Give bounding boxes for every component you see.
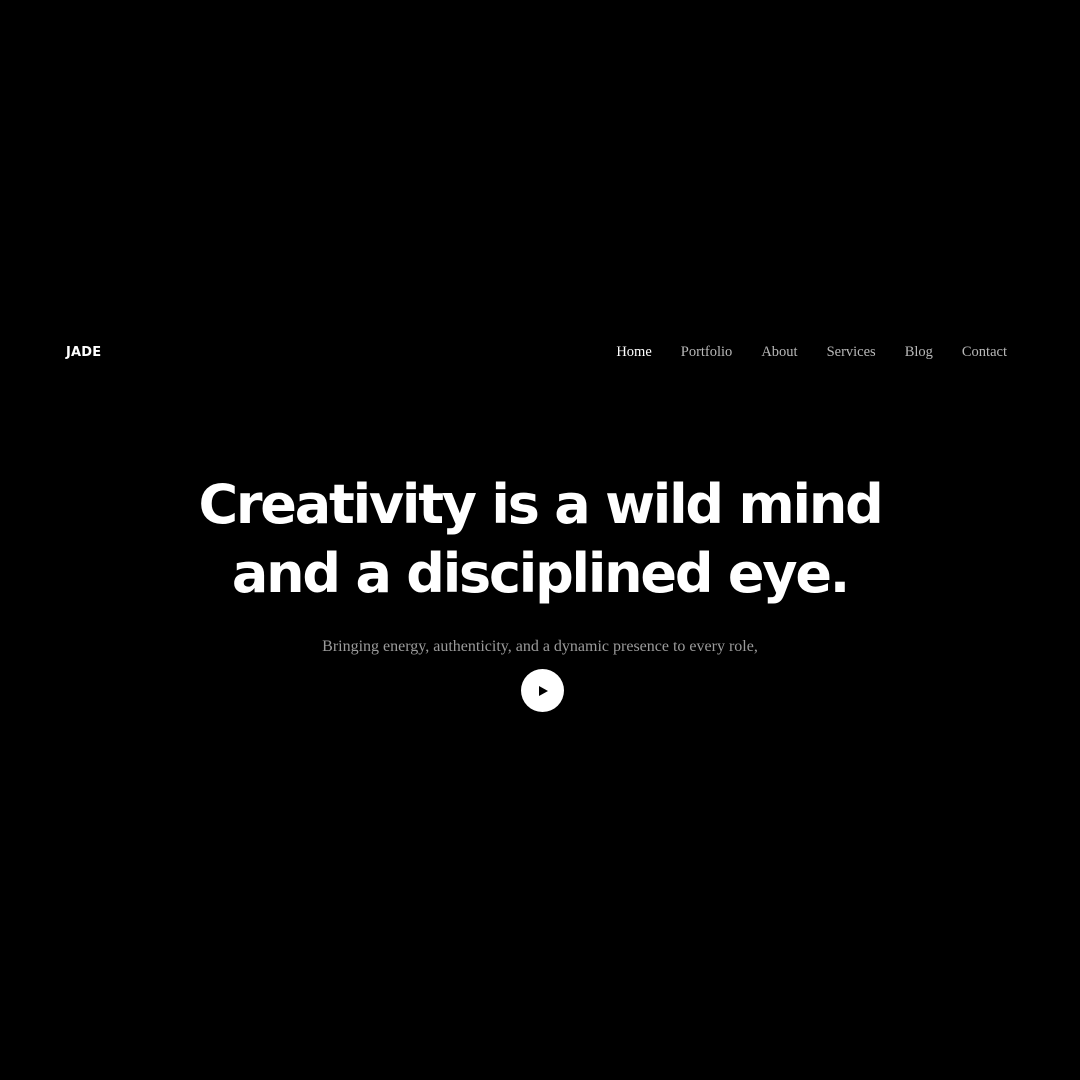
play-video-button[interactable]: [521, 669, 564, 712]
play-icon: [539, 685, 548, 696]
site-logo[interactable]: JADE: [66, 345, 101, 360]
nav-item-about[interactable]: About: [761, 340, 797, 364]
hero-headline: Creativity is a wild mind and a discipli…: [160, 470, 920, 608]
hero-headline-line-2: and a disciplined eye.: [231, 542, 850, 605]
nav-item-services[interactable]: Services: [827, 340, 876, 364]
nav-item-portfolio[interactable]: Portfolio: [681, 340, 733, 364]
page: JADE Home Portfolio About Services Blog …: [0, 0, 1080, 1080]
nav-item-blog[interactable]: Blog: [905, 340, 933, 364]
hero-section: Creativity is a wild mind and a discipli…: [0, 470, 1080, 658]
nav-item-contact[interactable]: Contact: [962, 340, 1007, 364]
top-navigation-bar: JADE Home Portfolio About Services Blog …: [66, 340, 1007, 364]
nav-item-home[interactable]: Home: [616, 340, 651, 364]
hero-subtitle: Bringing energy, authenticity, and a dyn…: [322, 638, 758, 655]
main-nav: Home Portfolio About Services Blog Conta…: [616, 340, 1007, 364]
hero-headline-line-1: Creativity is a wild mind: [198, 473, 883, 536]
